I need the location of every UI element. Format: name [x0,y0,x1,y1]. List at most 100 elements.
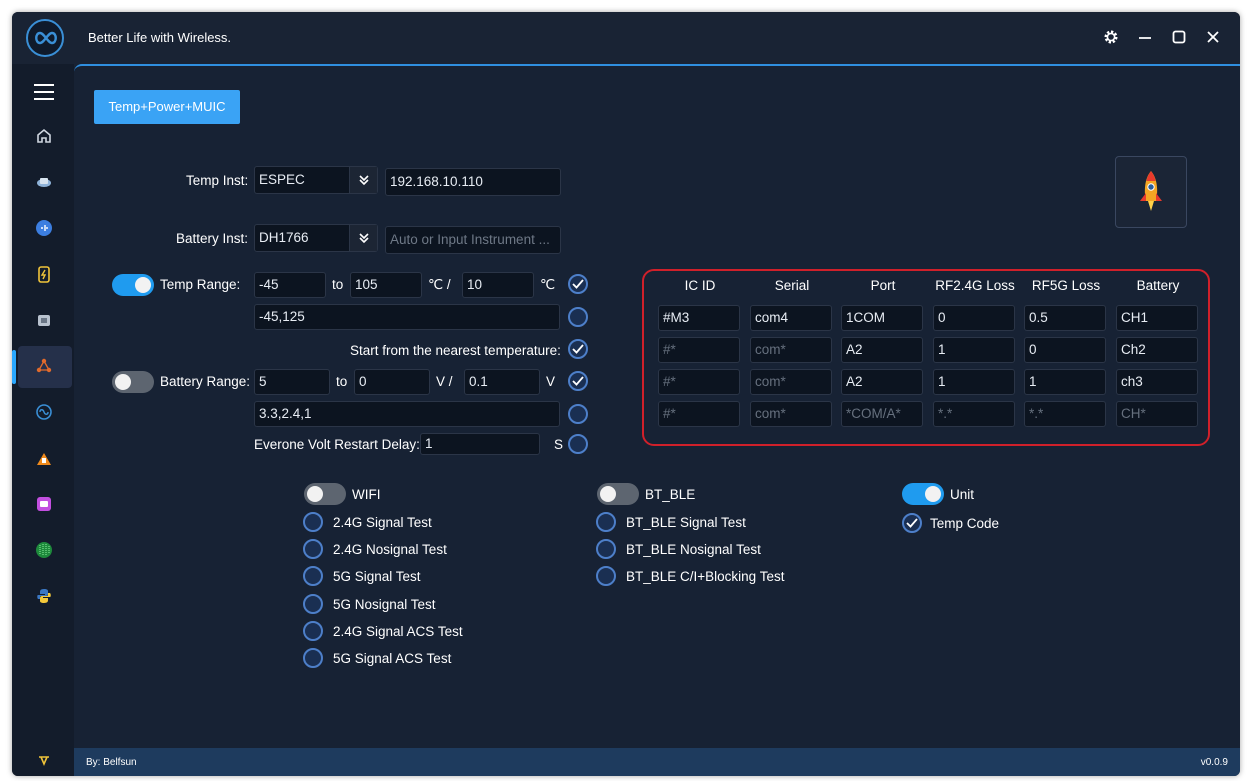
grid-cell[interactable]: #* [658,369,740,395]
check-icon [906,518,918,528]
battery-inst-value: DH1766 [259,230,309,245]
temp-range-toggle[interactable] [112,274,154,296]
grid-cell[interactable]: *.* [1024,401,1106,427]
battery-range-toggle[interactable] [112,371,154,393]
sidebar [12,64,74,776]
toolbox-icon [39,756,49,767]
battery-range-step-input[interactable]: 0.1 [464,369,540,395]
bt-ble-toggle[interactable] [597,483,639,505]
network-icon [36,358,52,373]
grid-cell[interactable]: com4 [750,305,832,331]
grid-cell[interactable]: *.* [933,401,1015,427]
grid-cell[interactable]: #* [658,337,740,363]
menu-toggle-button[interactable] [34,84,54,100]
sidebar-item-home[interactable] [18,116,72,158]
home-icon [37,128,51,143]
bt-ble-test-checkbox[interactable] [596,512,616,532]
wifi-test-checkbox[interactable] [303,566,323,587]
close-button[interactable] [1202,26,1224,48]
battery-inst-address-input[interactable]: Auto or Input Instrument ... [385,226,561,254]
temp-range-step-input[interactable]: 10 [462,272,534,298]
check-icon [572,279,584,289]
battery-range-checkbox[interactable] [568,371,588,391]
sidebar-item-battery[interactable] [18,254,72,296]
python-icon [37,589,51,603]
battery-list-input[interactable]: 3.3,2.4,1 [254,401,560,427]
unit-toggle[interactable] [902,483,944,505]
wifi-test-checkbox[interactable] [303,539,323,560]
grid-cell[interactable]: com* [750,401,832,427]
sidebar-item-audio[interactable] [18,208,72,250]
wifi-toggle[interactable] [304,483,346,505]
sidebar-item-wireless[interactable] [18,392,72,434]
audio-icon [36,220,52,236]
grid-header: IC ID [684,278,716,293]
bt-ble-test-checkbox[interactable] [596,566,616,587]
gear-icon [1104,30,1118,44]
grid-cell[interactable]: 0.5 [1024,305,1106,331]
grid-cell[interactable]: com* [750,369,832,395]
temp-list-input[interactable]: -45,125 [254,304,560,330]
grid-cell[interactable]: 1 [1024,369,1106,395]
run-button[interactable] [1115,156,1187,228]
grid-cell[interactable]: 0 [933,305,1015,331]
maximize-icon [1172,30,1186,44]
grid-cell[interactable]: A2 [841,369,923,395]
tab-temp-power-muic[interactable]: Temp+Power+MUIC [94,90,240,124]
grid-cell[interactable]: #M3 [658,305,740,331]
grid-cell[interactable]: ch3 [1116,369,1198,395]
wifi-test-label: 2.4G Nosignal Test [333,542,447,558]
temp-inst-select[interactable]: ESPEC [254,166,378,194]
bt-ble-test-checkbox[interactable] [596,539,616,560]
wifi-test-checkbox[interactable] [303,648,323,668]
wifi-test-checkbox[interactable] [303,620,323,641]
maximize-button[interactable] [1168,26,1190,48]
status-bar: By: Belfsun v0.0.9 [74,748,1240,776]
battery-icon [38,266,50,283]
matrix-icon [36,542,52,558]
grid-cell[interactable]: *COM/A* [841,401,923,427]
grid-cell[interactable]: com* [750,337,832,363]
grid-cell[interactable]: A2 [841,337,923,363]
grid-cell[interactable]: 1 [933,369,1015,395]
battery-range-from-input[interactable]: 5 [254,369,330,395]
grid-cell[interactable]: CH1 [1116,305,1198,331]
chevron-down-icon [349,225,377,251]
sidebar-item-photo[interactable] [18,484,72,526]
battery-inst-select[interactable]: DH1766 [254,224,378,252]
temp-inst-address-input[interactable]: 192.168.10.110 [385,168,561,196]
temp-list-checkbox[interactable] [568,307,588,327]
minimize-button[interactable] [1134,26,1156,48]
settings-button[interactable] [1100,26,1122,48]
temp-range-to-input[interactable]: 105 [350,272,422,298]
app-title: Better Life with Wireless. [88,30,232,45]
wifi-test-checkbox[interactable] [303,512,323,532]
nearest-temp-checkbox[interactable] [568,339,588,359]
temp-code-checkbox[interactable] [902,513,922,533]
battery-range-to-label: to [336,374,348,389]
grid-cell[interactable]: Ch2 [1116,337,1198,363]
restart-delay-input[interactable]: 1 [420,433,540,455]
temp-range-from-input[interactable]: -45 [254,272,326,298]
sidebar-item-module[interactable] [18,300,72,342]
sidebar-item-toolbox[interactable] [18,740,72,776]
sidebar-item-network[interactable] [12,346,72,388]
grid-cell[interactable]: CH* [1116,401,1198,427]
grid-cell[interactable]: 0 [1024,337,1106,363]
title-bar: Better Life with Wireless. [12,12,1240,64]
wifi-test-label: 5G Nosignal Test [333,596,436,612]
wifi-test-checkbox[interactable] [303,593,323,614]
chip-icon [37,178,51,187]
temp-range-checkbox[interactable] [568,274,588,294]
restart-delay-checkbox[interactable] [568,434,588,454]
sidebar-item-matrix[interactable] [18,530,72,572]
battery-range-to-input[interactable]: 0 [354,369,430,395]
sidebar-item-worker[interactable] [18,438,72,480]
grid-header: Battery [1136,278,1180,293]
grid-cell[interactable]: 1COM [841,305,923,331]
grid-cell[interactable]: #* [658,401,740,427]
sidebar-item-python[interactable] [18,576,72,618]
battery-list-checkbox[interactable] [568,404,588,424]
grid-cell[interactable]: 1 [933,337,1015,363]
sidebar-item-chip[interactable] [18,162,72,204]
